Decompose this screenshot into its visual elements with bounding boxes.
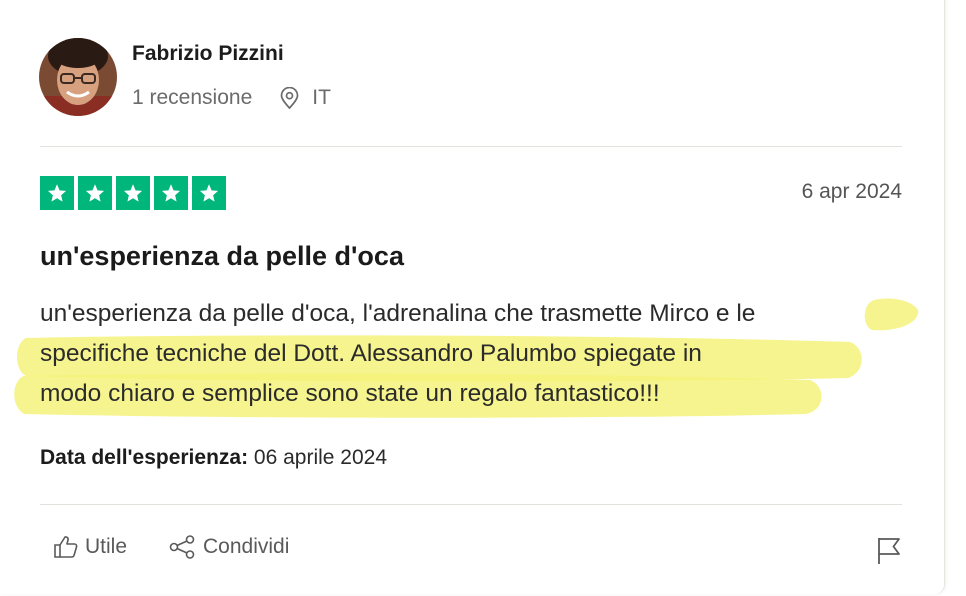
share-label: Condividi bbox=[203, 535, 290, 558]
star-icon bbox=[154, 176, 188, 210]
experience-date-label: Data dell'esperienza: bbox=[40, 446, 249, 469]
star-icon bbox=[40, 176, 74, 210]
reviewer-location: IT bbox=[279, 86, 331, 110]
avatar[interactable] bbox=[39, 38, 117, 116]
review-page: Fabrizio Pizzini 1 recensione IT 6 apr 2… bbox=[0, 0, 966, 596]
footer-divider bbox=[40, 504, 902, 505]
review-title[interactable]: un'esperienza da pelle d'oca bbox=[40, 241, 404, 272]
experience-date-value: 06 aprile 2024 bbox=[253, 446, 388, 469]
review-body-line: un'esperienza da pelle d'oca, l'adrenali… bbox=[40, 300, 756, 327]
star-icon bbox=[116, 176, 150, 210]
experience-date: Data dell'esperienza: 06 aprile 2024 bbox=[40, 446, 387, 470]
star-rating bbox=[40, 176, 226, 210]
thumbs-up-icon bbox=[54, 536, 78, 558]
review-body: un'esperienza da pelle d'oca, l'adrenali… bbox=[40, 294, 920, 414]
flag-icon bbox=[878, 538, 900, 564]
reviewer-name[interactable]: Fabrizio Pizzini bbox=[132, 42, 284, 66]
share-button[interactable]: Condividi bbox=[169, 535, 289, 559]
share-icon bbox=[169, 535, 195, 559]
useful-button[interactable]: Utile bbox=[53, 535, 127, 559]
review-body-line: specifiche tecniche del Dott. Alessandro… bbox=[40, 340, 702, 367]
reviewer-meta: 1 recensione IT bbox=[132, 85, 331, 111]
star-icon bbox=[192, 176, 226, 210]
review-body-line: modo chiaro e semplice sono state un reg… bbox=[40, 380, 660, 407]
useful-label: Utile bbox=[85, 535, 128, 558]
location-pin-icon bbox=[280, 86, 299, 109]
header-divider bbox=[40, 146, 902, 147]
star-icon bbox=[78, 176, 112, 210]
review-date: 6 apr 2024 bbox=[801, 180, 902, 203]
review-count: 1 recensione bbox=[132, 86, 253, 109]
report-button[interactable] bbox=[875, 536, 903, 571]
review-actions: Utile Condividi bbox=[53, 535, 289, 559]
reviewer-country: IT bbox=[312, 86, 331, 109]
